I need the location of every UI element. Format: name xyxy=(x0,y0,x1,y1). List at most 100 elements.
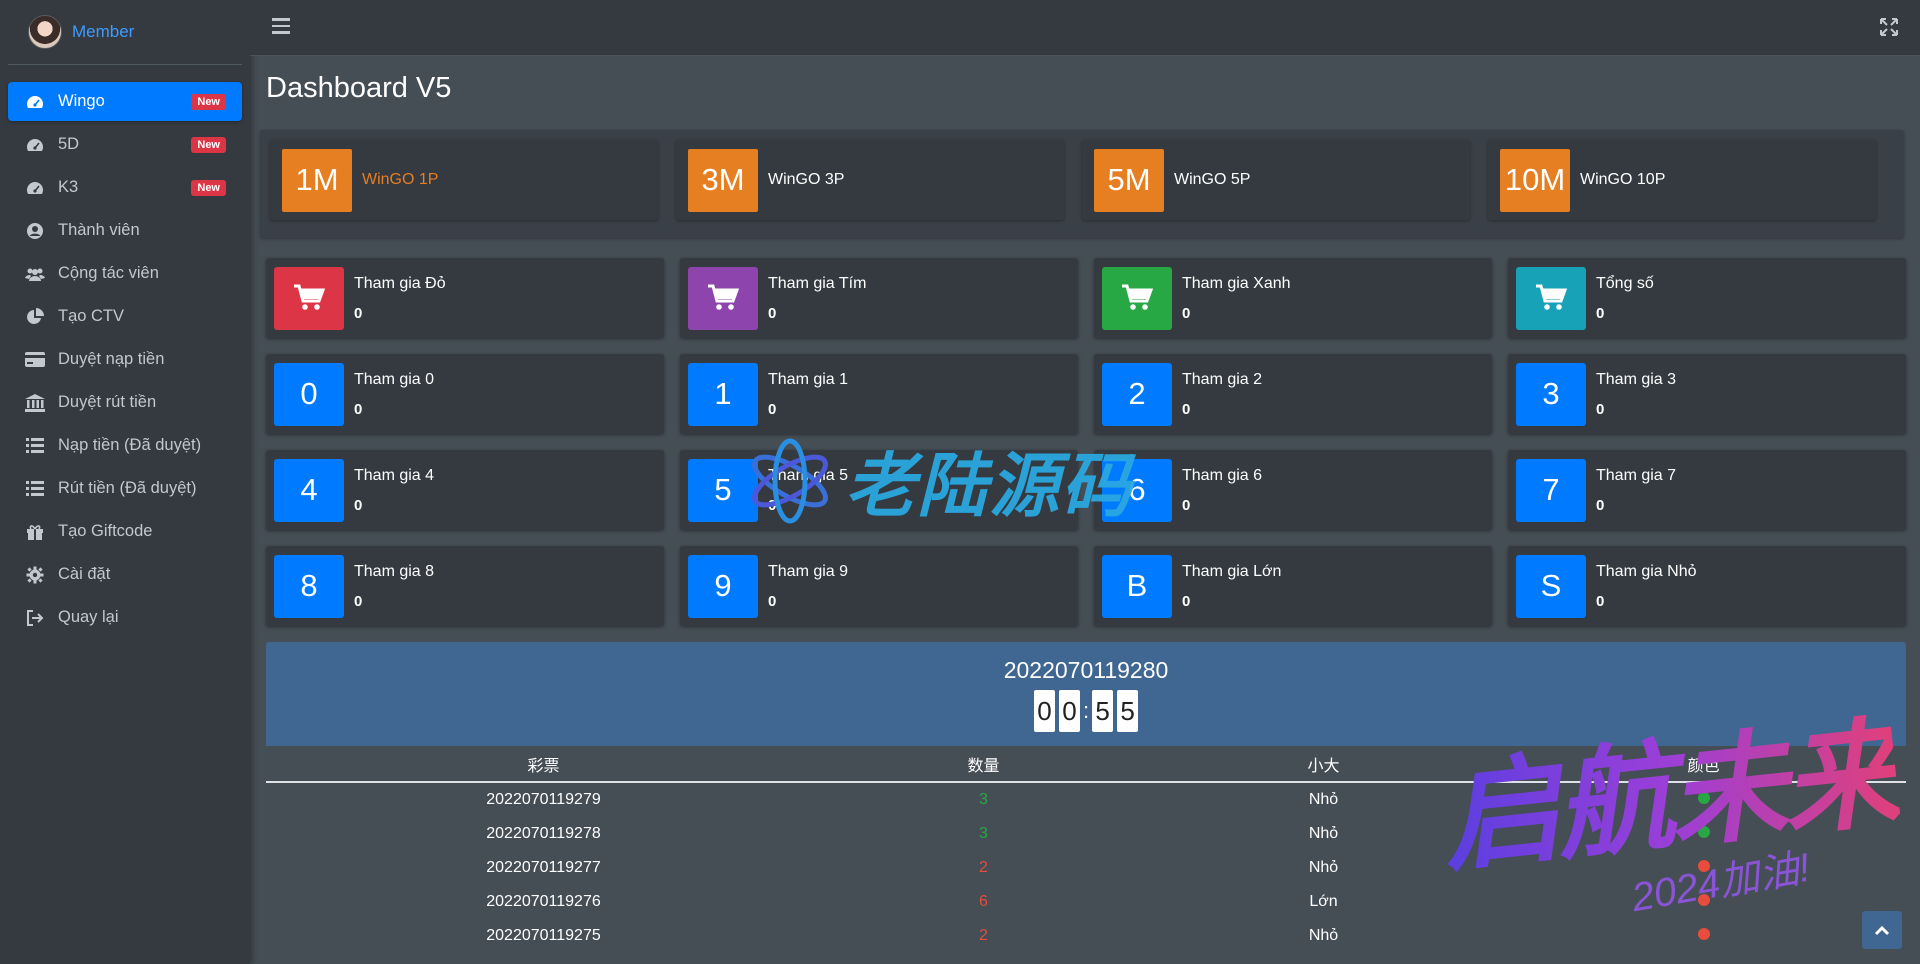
color-cell xyxy=(1501,791,1906,809)
user-panel[interactable]: Member xyxy=(8,0,242,65)
stat-label: Tham gia 4 xyxy=(354,466,435,484)
stat-value: 0 xyxy=(1182,400,1191,418)
period-cell: 2022070119275 xyxy=(486,927,601,944)
color-dot-red xyxy=(1697,894,1710,906)
game-label: WinGO 1P xyxy=(362,171,439,188)
results-table: 彩票 数量 小大 颜色 2022070119279 3 Nhỏ 20220701… xyxy=(266,746,1906,953)
period-cell: 2022070119277 xyxy=(486,859,601,876)
stat-value: 0 xyxy=(768,400,777,418)
number-icon: S xyxy=(1516,554,1586,618)
sidebar-item-label: K3 xyxy=(58,178,79,196)
sidebar-item-approve-withdraw[interactable]: Duyệt rút tiền xyxy=(8,383,242,422)
game-icon: 5M xyxy=(1094,148,1164,212)
stat-value: 0 xyxy=(354,496,363,514)
sidebar-item-label: Tạo Giftcode xyxy=(58,522,153,540)
sidebar-item-members[interactable]: Thành viên xyxy=(8,211,242,250)
sidebar-item-deposits-approved[interactable]: Nạp tiền (Đã duyệt) xyxy=(8,426,242,465)
stat-value: 0 xyxy=(1182,496,1191,514)
number-icon: B xyxy=(1102,554,1172,618)
table-row: 2022070119275 2 Nhỏ xyxy=(266,919,1906,953)
game-label: WinGO 10P xyxy=(1580,171,1666,188)
stat-value: 0 xyxy=(1596,304,1605,322)
stat-card-number-0: 0 Tham gia 0 0 xyxy=(266,354,664,434)
column-header: 彩票 xyxy=(527,757,560,775)
stat-card-number-5: 5 Tham gia 5 0 xyxy=(680,450,1078,530)
cart-icon xyxy=(688,266,758,330)
user-name[interactable]: Member xyxy=(72,22,134,42)
sidebar-item-collaborators[interactable]: Cộng tác viên xyxy=(8,254,242,293)
stat-card-number-1: 1 Tham gia 1 0 xyxy=(680,354,1078,434)
stat-value: 0 xyxy=(768,592,777,610)
game-card-wingo-10p[interactable]: 10M WinGO 10P xyxy=(1488,140,1876,220)
stat-label: Tham gia 8 xyxy=(354,562,435,580)
game-icon: 1M xyxy=(282,148,352,212)
color-dot-red xyxy=(1697,928,1710,940)
game-card-wingo-3p[interactable]: 3M WinGO 3P xyxy=(676,140,1064,220)
size-cell: Nhỏ xyxy=(1308,927,1339,944)
stat-card-red: Tham gia Đỏ 0 xyxy=(266,258,664,338)
stat-label: Tham gia Nhỏ xyxy=(1596,562,1697,580)
stat-value: 0 xyxy=(1596,592,1605,610)
number-cell: 2 xyxy=(979,859,988,876)
stat-value: 0 xyxy=(1596,496,1605,514)
period-cell: 2022070119279 xyxy=(486,791,601,808)
stat-label: Tham gia 7 xyxy=(1596,466,1677,484)
sidebar-item-back[interactable]: Quay lại xyxy=(8,598,242,637)
number-cell: 6 xyxy=(979,893,988,910)
sidebar-item-label: Quay lại xyxy=(58,608,119,626)
stat-label: Tham gia 2 xyxy=(1182,370,1263,388)
game-selector: 1M WinGO 1P 3M WinGO 3P 5M WinGO 5P 10M … xyxy=(260,130,1904,238)
list-icon xyxy=(24,437,46,455)
table-row: 2022070119276 6 Lớn xyxy=(266,885,1906,919)
column-header: 数量 xyxy=(967,757,1000,775)
stat-label: Tham gia 3 xyxy=(1596,370,1677,388)
topbar xyxy=(250,0,1920,56)
countdown-digit: 5 xyxy=(1092,690,1114,732)
game-label: WinGO 3P xyxy=(768,171,845,188)
sidebar-item-approve-deposit[interactable]: Duyệt nạp tiền xyxy=(8,340,242,379)
sidebar-item-k3[interactable]: K3 New xyxy=(8,168,242,207)
stat-label: Tham gia 6 xyxy=(1182,466,1263,484)
sidebar-item-label: Rút tiền (Đã duyệt) xyxy=(58,479,197,497)
stat-value: 0 xyxy=(1182,592,1191,610)
stat-label: Tham gia Tím xyxy=(768,274,867,292)
user-circle-icon xyxy=(24,222,46,240)
sidebar-item-5d[interactable]: 5D New xyxy=(8,125,242,164)
size-cell: Nhỏ xyxy=(1308,791,1339,808)
back-to-top-button[interactable] xyxy=(1862,911,1902,949)
sidebar-item-create-ctv[interactable]: Tạo CTV xyxy=(8,297,242,336)
number-icon: 3 xyxy=(1516,362,1586,426)
gauge-icon xyxy=(24,136,46,154)
sidebar-item-label: Wingo xyxy=(58,92,105,110)
game-card-wingo-1p[interactable]: 1M WinGO 1P xyxy=(270,140,658,220)
number-icon: 5 xyxy=(688,458,758,522)
menu-toggle-icon[interactable] xyxy=(272,18,290,36)
sidebar-item-create-giftcode[interactable]: Tạo Giftcode xyxy=(8,512,242,551)
game-card-wingo-5p[interactable]: 5M WinGO 5P xyxy=(1082,140,1470,220)
stat-card-small: S Tham gia Nhỏ 0 xyxy=(1508,546,1906,626)
users-icon xyxy=(24,265,46,283)
color-cell xyxy=(1501,927,1906,945)
number-icon: 4 xyxy=(274,458,344,522)
stat-label: Tham gia Lớn xyxy=(1182,562,1282,580)
number-cell: 3 xyxy=(979,791,988,808)
sidebar-item-label: 5D xyxy=(58,135,80,153)
list-icon xyxy=(24,480,46,498)
chevron-up-icon xyxy=(1874,925,1890,936)
avatar[interactable] xyxy=(28,15,62,49)
countdown-separator: : xyxy=(1082,698,1090,723)
fullscreen-icon[interactable] xyxy=(1880,18,1898,36)
period-cell: 2022070119276 xyxy=(486,893,601,910)
sidebar-item-label: Duyệt rút tiền xyxy=(58,393,157,411)
stat-card-number-6: 6 Tham gia 6 0 xyxy=(1094,450,1492,530)
sidebar-item-wingo[interactable]: Wingo New xyxy=(8,82,242,121)
stat-card-total: Tổng số 0 xyxy=(1508,258,1906,338)
sidebar-nav: Wingo New 5D New K3 New Thành viên Cộng … xyxy=(0,65,250,637)
sidebar-item-label: Thành viên xyxy=(58,221,140,239)
stat-label: Tham gia Đỏ xyxy=(354,274,446,292)
stat-card-number-7: 7 Tham gia 7 0 xyxy=(1508,450,1906,530)
stat-label: Tổng số xyxy=(1596,274,1654,292)
sidebar-item-settings[interactable]: Cài đặt xyxy=(8,555,242,594)
stat-value: 0 xyxy=(354,400,363,418)
sidebar-item-withdrawals-approved[interactable]: Rút tiền (Đã duyệt) xyxy=(8,469,242,508)
